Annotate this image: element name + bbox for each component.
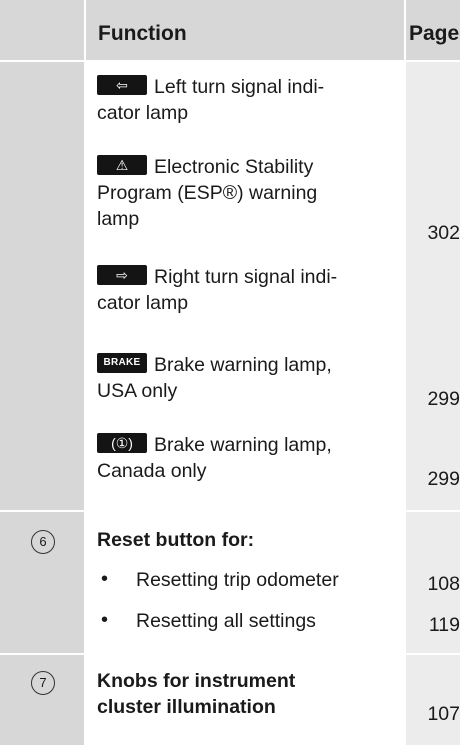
- page-number: 107: [427, 703, 460, 725]
- number-column: [0, 0, 84, 745]
- item-number: 6: [31, 530, 55, 554]
- lamp-text: USA only: [97, 380, 178, 402]
- bullet-icon: •: [101, 568, 109, 590]
- lamp-text: Electronic Stability: [154, 156, 314, 178]
- header-function: Function: [98, 22, 187, 45]
- page-number: 119: [428, 614, 460, 636]
- function-table: Function Page ⇦ Left turn signal indi- ca…: [0, 0, 460, 745]
- section-title-line: cluster illumination: [97, 696, 276, 718]
- list-item: Resetting all settings: [136, 610, 316, 632]
- list-item: ⚠ Electronic Stability Program (ESP®) war…: [97, 154, 397, 232]
- row-divider: [0, 510, 460, 512]
- section-title: Knobs for instrument cluster illuminatio…: [97, 668, 397, 720]
- left-arrow-icon: ⇦: [97, 74, 147, 95]
- lamp-text: Program (ESP®) warning: [97, 182, 318, 204]
- lamp-text: lamp: [97, 208, 140, 230]
- lamp-text: Left turn signal indi-: [154, 76, 325, 98]
- row-divider: [0, 60, 460, 62]
- column-divider: [84, 0, 86, 745]
- item-number: 7: [31, 671, 55, 695]
- bullet-icon: •: [101, 609, 109, 631]
- section-title: Reset button for:: [97, 529, 255, 551]
- list-item: Resetting trip odometer: [136, 569, 339, 591]
- lamp-text: cator lamp: [97, 102, 189, 124]
- lamp-text: Brake warning lamp,: [154, 354, 332, 376]
- list-item: ⇦ Left turn signal indi- cator lamp: [97, 74, 397, 126]
- lamp-text: Canada only: [97, 460, 207, 482]
- page-number: 302: [427, 222, 460, 244]
- brake-text-icon: BRAKE: [97, 352, 147, 373]
- section-title-line: Knobs for instrument: [97, 670, 296, 692]
- page-number: 108: [427, 573, 460, 595]
- row-divider: [0, 653, 460, 655]
- page-number: 299: [427, 468, 460, 490]
- brake-circle-icon: (①): [97, 432, 147, 453]
- header-page: Page: [409, 22, 460, 45]
- page-number: 299: [427, 388, 460, 410]
- right-arrow-icon: ⇨: [97, 264, 147, 285]
- warning-triangle-icon: ⚠: [97, 154, 147, 175]
- lamp-text: cator lamp: [97, 292, 189, 314]
- list-item: ⇨ Right turn signal indi- cator lamp: [97, 264, 397, 316]
- list-item: (①) Brake warning lamp, Canada only: [97, 432, 397, 484]
- list-item: BRAKE Brake warning lamp, USA only: [97, 352, 397, 404]
- lamp-text: Brake warning lamp,: [154, 434, 332, 456]
- table-header: Function Page: [0, 0, 460, 60]
- lamp-text: Right turn signal indi-: [154, 266, 338, 288]
